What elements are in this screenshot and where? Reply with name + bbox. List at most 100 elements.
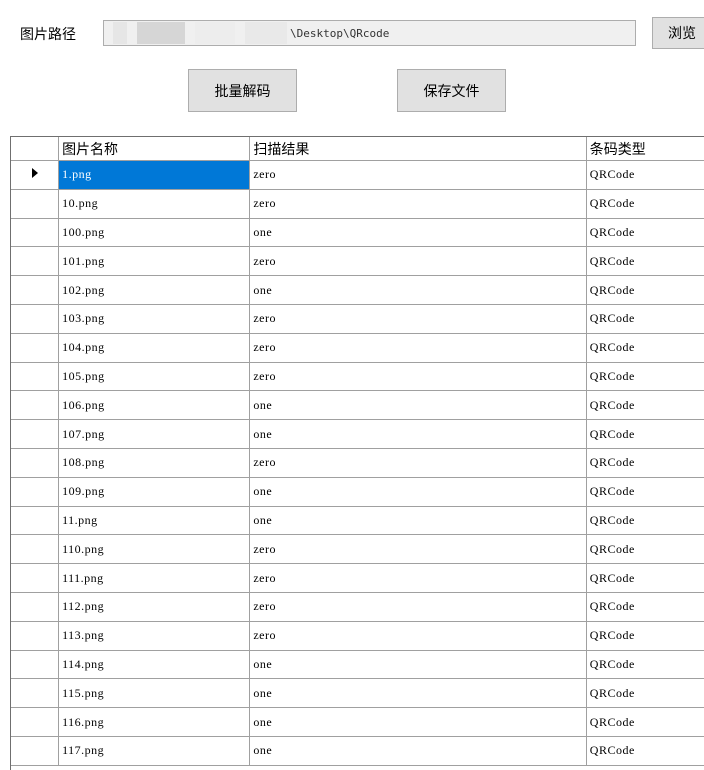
cell-image-name[interactable]: 108.png xyxy=(58,448,251,478)
cell-image-name[interactable]: 115.png xyxy=(58,678,251,709)
cell-scan-result[interactable]: one xyxy=(249,275,587,305)
row-header[interactable] xyxy=(11,736,60,766)
table-row[interactable]: 101.png zero QRCode xyxy=(11,246,704,277)
cell-barcode-type[interactable]: QRCode xyxy=(586,592,704,622)
table-row[interactable]: 114.png one QRCode xyxy=(11,650,704,680)
cell-barcode-type[interactable]: QRCode xyxy=(586,304,704,334)
cell-scan-result[interactable]: zero xyxy=(249,304,587,334)
cell-scan-result[interactable]: one xyxy=(249,650,587,680)
cell-scan-result[interactable]: zero xyxy=(249,246,587,277)
cell-scan-result[interactable]: one xyxy=(249,506,587,536)
row-header[interactable] xyxy=(11,390,60,421)
table-row[interactable]: 109.png one QRCode xyxy=(11,477,704,507)
cell-scan-result[interactable]: one xyxy=(249,218,587,248)
row-header[interactable] xyxy=(11,419,60,449)
table-row[interactable]: 112.png zero QRCode xyxy=(11,592,704,622)
cell-image-name[interactable]: 109.png xyxy=(58,477,251,507)
table-row[interactable]: 10.png zero QRCode xyxy=(11,189,704,219)
row-header[interactable] xyxy=(11,707,60,737)
row-header[interactable] xyxy=(11,592,60,622)
table-row[interactable]: 117.png one QRCode xyxy=(11,736,704,766)
cell-scan-result[interactable]: zero xyxy=(249,592,587,622)
cell-scan-result[interactable]: one xyxy=(249,707,587,737)
table-row[interactable]: 1.png zero QRCode xyxy=(11,160,704,190)
cell-image-name[interactable]: 100.png xyxy=(58,218,251,248)
cell-barcode-type[interactable]: QRCode xyxy=(586,621,704,651)
cell-image-name[interactable]: 111.png xyxy=(58,563,251,593)
row-header[interactable] xyxy=(11,304,60,334)
cell-scan-result[interactable]: zero xyxy=(249,448,587,478)
cell-scan-result[interactable]: zero xyxy=(249,160,587,190)
cell-image-name[interactable]: 113.png xyxy=(58,621,251,651)
row-header[interactable] xyxy=(11,275,60,305)
cell-image-name[interactable]: 105.png xyxy=(58,362,251,392)
save-file-button[interactable]: 保存文件 xyxy=(397,69,506,112)
row-header[interactable] xyxy=(11,534,60,565)
browse-button[interactable]: 浏览 xyxy=(652,17,704,49)
row-header[interactable] xyxy=(11,477,60,507)
table-row[interactable]: 103.png zero QRCode xyxy=(11,304,704,334)
cell-barcode-type[interactable]: QRCode xyxy=(586,477,704,507)
row-header[interactable] xyxy=(11,218,60,248)
row-header[interactable] xyxy=(11,678,60,709)
cell-barcode-type[interactable]: QRCode xyxy=(586,333,704,363)
cell-barcode-type[interactable]: QRCode xyxy=(586,275,704,305)
cell-barcode-type[interactable]: QRCode xyxy=(586,390,704,421)
cell-scan-result[interactable]: one xyxy=(249,736,587,766)
cell-barcode-type[interactable]: QRCode xyxy=(586,650,704,680)
table-row[interactable]: 106.png one QRCode xyxy=(11,390,704,421)
cell-scan-result[interactable]: one xyxy=(249,390,587,421)
table-row[interactable]: 104.png zero QRCode xyxy=(11,333,704,363)
cell-scan-result[interactable]: one xyxy=(249,419,587,449)
row-header[interactable] xyxy=(11,506,60,536)
column-header-barcode-type[interactable]: 条码类型 xyxy=(586,137,704,161)
cell-image-name[interactable]: 112.png xyxy=(58,592,251,622)
cell-image-name[interactable]: 107.png xyxy=(58,419,251,449)
cell-image-name[interactable]: 101.png xyxy=(58,246,251,277)
cell-scan-result[interactable]: zero xyxy=(249,534,587,565)
row-header[interactable] xyxy=(11,189,60,219)
table-row[interactable]: 107.png one QRCode xyxy=(11,419,704,449)
cell-barcode-type[interactable]: QRCode xyxy=(586,362,704,392)
cell-image-name[interactable]: 103.png xyxy=(58,304,251,334)
cell-image-name[interactable]: 10.png xyxy=(58,189,251,219)
cell-scan-result[interactable]: zero xyxy=(249,189,587,219)
table-row[interactable]: 100.png one QRCode xyxy=(11,218,704,248)
row-header[interactable] xyxy=(11,333,60,363)
row-header[interactable] xyxy=(11,246,60,277)
cell-image-name[interactable]: 104.png xyxy=(58,333,251,363)
cell-image-name[interactable]: 110.png xyxy=(58,534,251,565)
table-row[interactable]: 105.png zero QRCode xyxy=(11,362,704,392)
row-header[interactable] xyxy=(11,563,60,593)
cell-barcode-type[interactable]: QRCode xyxy=(586,563,704,593)
cell-scan-result[interactable]: zero xyxy=(249,362,587,392)
table-row[interactable]: 111.png zero QRCode xyxy=(11,563,704,593)
cell-image-name[interactable]: 114.png xyxy=(58,650,251,680)
table-row[interactable]: 110.png zero QRCode xyxy=(11,534,704,565)
cell-barcode-type[interactable]: QRCode xyxy=(586,246,704,277)
table-row[interactable]: 108.png zero QRCode xyxy=(11,448,704,478)
cell-barcode-type[interactable]: QRCode xyxy=(586,419,704,449)
cell-image-name[interactable]: 106.png xyxy=(58,390,251,421)
row-header[interactable] xyxy=(11,621,60,651)
table-row[interactable]: 102.png one QRCode xyxy=(11,275,704,305)
cell-image-name[interactable]: 102.png xyxy=(58,275,251,305)
row-header[interactable] xyxy=(11,448,60,478)
cell-scan-result[interactable]: zero xyxy=(249,563,587,593)
row-header[interactable] xyxy=(11,650,60,680)
cell-image-name[interactable]: 117.png xyxy=(58,736,251,766)
cell-scan-result[interactable]: zero xyxy=(249,621,587,651)
cell-barcode-type[interactable]: QRCode xyxy=(586,506,704,536)
batch-decode-button[interactable]: 批量解码 xyxy=(188,69,297,112)
table-row[interactable]: 115.png one QRCode xyxy=(11,678,704,709)
column-header-scan-result[interactable]: 扫描结果 xyxy=(249,137,587,161)
row-header[interactable] xyxy=(11,362,60,392)
cell-scan-result[interactable]: zero xyxy=(249,333,587,363)
cell-barcode-type[interactable]: QRCode xyxy=(586,189,704,219)
cell-image-name[interactable]: 116.png xyxy=(58,707,251,737)
cell-barcode-type[interactable]: QRCode xyxy=(586,707,704,737)
cell-scan-result[interactable]: one xyxy=(249,678,587,709)
table-row[interactable]: 11.png one QRCode xyxy=(11,506,704,536)
row-header[interactable] xyxy=(11,160,60,190)
column-header-image-name[interactable]: 图片名称 xyxy=(58,137,251,161)
